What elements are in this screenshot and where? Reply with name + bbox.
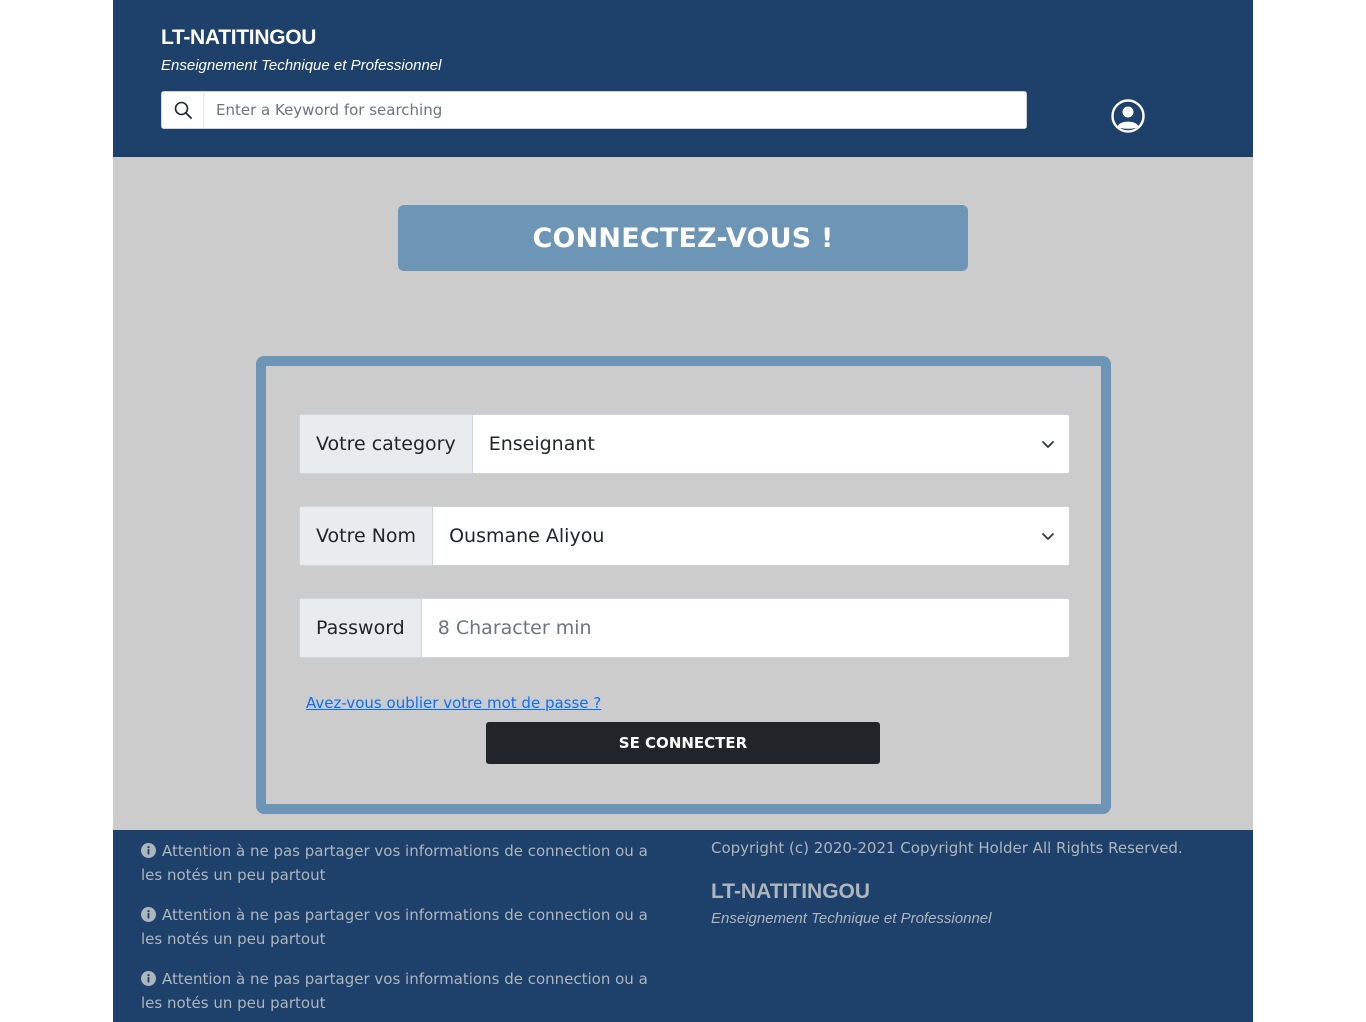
security-note-text: Attention à ne pas partager vos informat… [141, 842, 648, 884]
search-icon[interactable] [162, 92, 204, 128]
page: LT-NATITINGOU Enseignement Technique et … [113, 0, 1253, 1022]
info-icon [141, 843, 156, 858]
password-input-wrap [421, 599, 1069, 657]
chevron-down-icon [1042, 533, 1054, 540]
brand-title: LT-NATITINGOU [161, 26, 317, 49]
search-input[interactable] [204, 92, 1026, 128]
info-icon [141, 907, 156, 922]
footer-brand-title: LT-NATITINGOU [711, 880, 871, 903]
chevron-down-icon [1042, 441, 1054, 448]
user-circle-icon[interactable] [1111, 99, 1145, 133]
search-bar [161, 91, 1027, 129]
category-label: Votre category [300, 415, 473, 473]
footer-brand-subtitle: Enseignement Technique et Professionnel [711, 910, 992, 927]
brand-subtitle: Enseignement Technique et Professionnel [161, 57, 442, 74]
copyright-text: Copyright (c) 2020-2021 Copyright Holder… [711, 839, 1183, 857]
security-note: Attention à ne pas partager vos informat… [141, 839, 661, 887]
category-select[interactable]: Enseignant [472, 415, 1069, 473]
name-selected-value: Ousmane Aliyou [449, 525, 605, 547]
password-input[interactable] [437, 617, 1053, 639]
footer: Attention à ne pas partager vos informat… [113, 830, 1253, 1022]
forgot-password-link[interactable]: Avez-vous oublier votre mot de passe ? [306, 694, 601, 712]
security-note: Attention à ne pas partager vos informat… [141, 903, 661, 951]
category-field: Votre category Enseignant [299, 414, 1070, 474]
name-select[interactable]: Ousmane Aliyou [433, 507, 1069, 565]
login-button[interactable]: SE CONNECTER [486, 722, 880, 764]
page-title-banner: CONNECTEZ-VOUS ! [398, 205, 968, 271]
name-field: Votre Nom Ousmane Aliyou [299, 506, 1070, 566]
info-icon [141, 971, 156, 986]
name-label: Votre Nom [300, 507, 434, 565]
security-note-text: Attention à ne pas partager vos informat… [141, 970, 648, 1012]
login-form: Votre category Enseignant Votre Nom Ousm… [256, 356, 1111, 814]
category-selected-value: Enseignant [488, 433, 595, 455]
password-field: Password [299, 598, 1070, 658]
security-note-text: Attention à ne pas partager vos informat… [141, 906, 648, 948]
security-note: Attention à ne pas partager vos informat… [141, 967, 661, 1015]
header: LT-NATITINGOU Enseignement Technique et … [113, 0, 1253, 157]
password-label: Password [300, 599, 422, 657]
